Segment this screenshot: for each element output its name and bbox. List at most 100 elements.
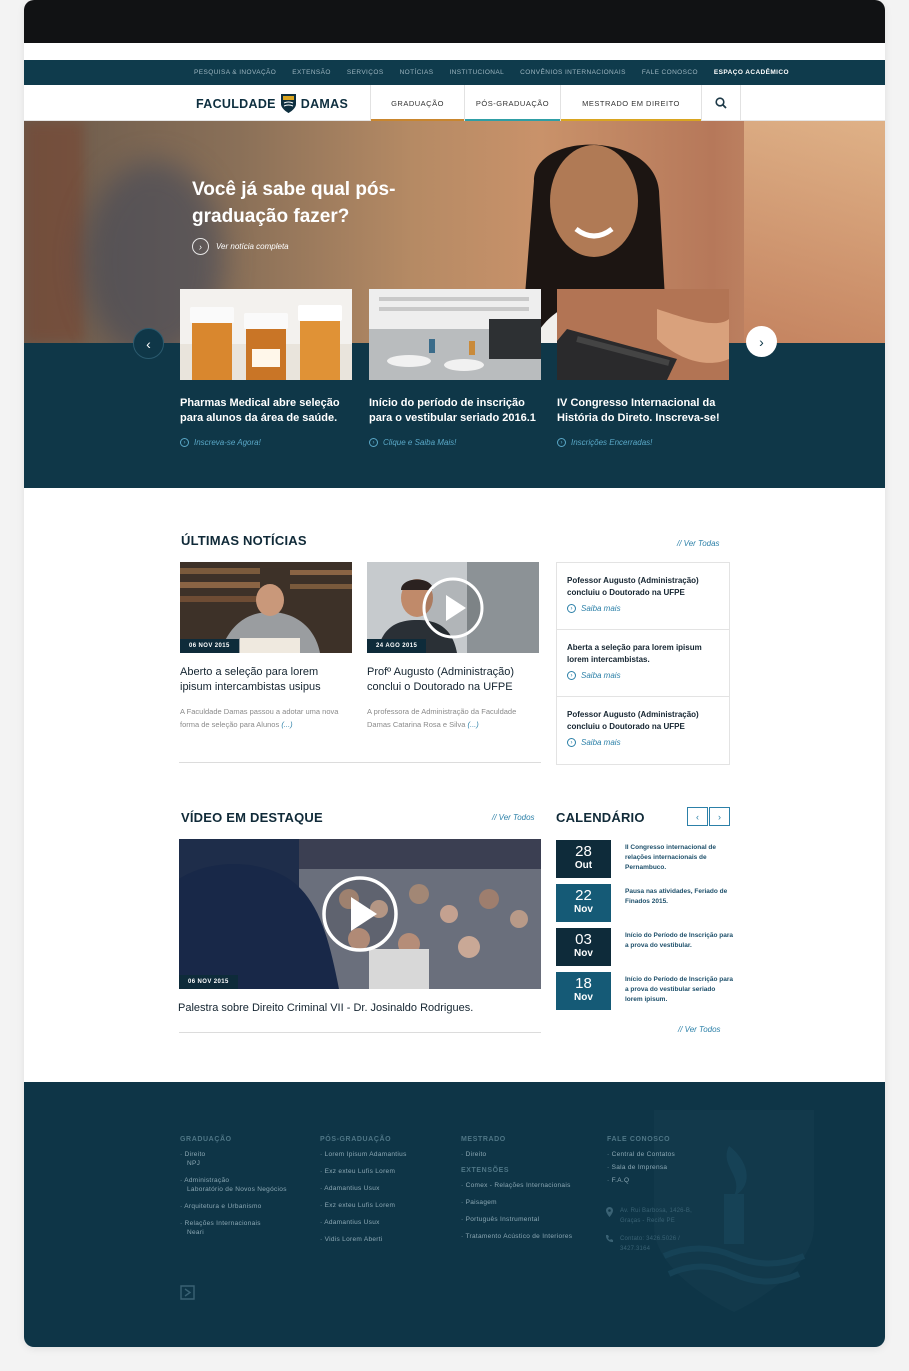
util-nav-fale-conosco[interactable]: Fale Conosco <box>642 69 698 76</box>
section-divider <box>179 1032 541 1033</box>
footer-extensoes-title: Extensões <box>461 1167 510 1174</box>
side-news-link[interactable]: › Saiba mais <box>567 738 719 747</box>
featured-title: IV Congresso Internacional da História d… <box>557 397 720 424</box>
footer-link[interactable]: · Exz exteu Lufis Lorem <box>320 1167 407 1176</box>
agency-logo-icon[interactable] <box>180 1285 195 1300</box>
util-nav-noticias[interactable]: Notícias <box>400 69 434 76</box>
footer-link[interactable]: · Relações Internacionais Neari <box>180 1219 287 1237</box>
footer-link[interactable]: · Adamantius Usux <box>320 1218 407 1227</box>
nav-mestrado-label: Mestrado em Direito <box>582 98 680 108</box>
side-news-item[interactable]: Pofessor Augusto (Administração) conclui… <box>557 563 729 630</box>
featured-image-laptop <box>557 289 729 380</box>
calendar-item[interactable]: 22 Nov Pausa nas atividades, Feriado de … <box>556 884 730 922</box>
hero-link[interactable]: › Ver notícia completa <box>192 238 289 255</box>
util-nav-extensao[interactable]: Extensão <box>292 69 331 76</box>
footer-link[interactable]: · Tratamento Acústico de Interiores <box>461 1232 601 1241</box>
calendar-next-button[interactable]: › <box>709 807 730 826</box>
featured-card[interactable]: Pharmas Medical abre seleção para alunos… <box>180 289 352 447</box>
side-news-link-label: Saiba mais <box>581 671 621 680</box>
side-news-link[interactable]: › Saiba mais <box>567 671 719 680</box>
nav-graduacao[interactable]: Graduação <box>370 85 464 121</box>
footer-link[interactable]: · Português Instrumental <box>461 1215 601 1224</box>
search-button[interactable] <box>701 85 741 121</box>
side-news-link[interactable]: › Saiba mais <box>567 604 719 613</box>
calendar-event: II Congresso internacional de relações i… <box>625 844 717 871</box>
featured-video[interactable]: 06 NOV 2015 <box>179 839 541 989</box>
search-icon <box>715 97 727 109</box>
news-card[interactable]: 06 NOV 2015 Aberto a seleção para lorem … <box>180 562 352 731</box>
featured-link[interactable]: › Inscreva-se Agora! <box>180 438 352 447</box>
news-more-link[interactable]: (...) <box>467 720 478 729</box>
carousel-next-button[interactable]: › <box>746 326 777 357</box>
footer-col-pos: Pós-Graduação · Lorem Ipisum Adamantius … <box>320 1136 407 1252</box>
calendar-prev-button[interactable]: ‹ <box>687 807 708 826</box>
calendar-day: 18 <box>575 975 592 992</box>
footer-link[interactable]: · F.A.Q <box>607 1176 717 1185</box>
calendar-date: 22 Nov <box>556 884 611 922</box>
side-news-item[interactable]: Aberta a seleção para lorem ipisum lorem… <box>557 630 729 697</box>
footer-link[interactable]: · Administração Laboratório de Novos Negó… <box>180 1176 287 1194</box>
featured-link-label: Clique e Saiba Mais! <box>383 438 457 447</box>
footer-link[interactable]: · Exz exteu Lufis Lorem <box>320 1201 407 1210</box>
footer-link[interactable]: · Direito <box>461 1150 601 1159</box>
play-icon[interactable] <box>321 875 399 953</box>
footer-link[interactable]: · Paisagem <box>461 1198 601 1207</box>
latest-news-see-all[interactable]: // Ver Todas <box>677 539 720 548</box>
calendar-date: 18 Nov <box>556 972 611 1010</box>
footer-sublink[interactable]: Neari <box>180 1228 287 1237</box>
video-caption[interactable]: Palestra sobre Direito Criminal VII - Dr… <box>178 1002 473 1014</box>
util-nav-servicos[interactable]: Serviços <box>347 69 384 76</box>
logo-text-right: DAMAS <box>300 96 349 111</box>
footer-link[interactable]: · Sala de Imprensa <box>607 1163 717 1172</box>
featured-link[interactable]: › Clique e Saiba Mais! <box>369 438 541 447</box>
calendar-item[interactable]: 18 Nov Início do Período de Inscrição pa… <box>556 972 733 1010</box>
calendar-item[interactable]: 28 Out II Congresso internacional de rel… <box>556 840 730 878</box>
hero-link-label: Ver notícia completa <box>216 242 289 251</box>
nav-pos-graduacao[interactable]: Pós-Graduação <box>464 85 560 121</box>
calendar-see-all[interactable]: // Ver Todos <box>678 1025 721 1034</box>
calendar-item[interactable]: 03 Nov Início do Período de Inscrição pa… <box>556 928 733 966</box>
news-desc: A professora de Administração da Faculda… <box>367 705 539 731</box>
news-desc-text: A professora de Administração da Faculda… <box>367 707 517 729</box>
footer-link-label: Adamantius Usux <box>324 1219 380 1226</box>
footer-link[interactable]: · Central de Contatos <box>607 1150 717 1159</box>
footer-link[interactable]: · Arquitetura e Urbanismo <box>180 1202 287 1211</box>
util-nav-institucional[interactable]: Institucional <box>449 69 504 76</box>
footer-link[interactable]: · Vidis Lorem Aberti <box>320 1235 407 1244</box>
util-nav-convenios[interactable]: Convênios Internacionais <box>520 69 626 76</box>
window-top-bar <box>24 0 885 43</box>
featured-card[interactable]: IV Congresso Internacional da História d… <box>557 289 729 447</box>
featured-image-library <box>369 289 541 380</box>
news-card[interactable]: 24 AGO 2015 Profº Augusto (Administração… <box>367 562 539 731</box>
footer-col-mestrado: Mestrado · Direito Extensões · Comex - R… <box>461 1136 601 1249</box>
footer-link-label: Arquitetura e Urbanismo <box>184 1203 262 1210</box>
footer-link-label: Paisagem <box>465 1199 497 1206</box>
carousel-prev-button[interactable]: ‹ <box>133 328 164 359</box>
footer-mestrado-title: Mestrado <box>461 1136 506 1143</box>
nav-mestrado[interactable]: Mestrado em Direito <box>560 85 701 121</box>
nav-graduacao-label: Graduação <box>391 98 444 108</box>
featured-link[interactable]: › Inscrições Encerradas! <box>557 438 729 447</box>
util-nav-pesquisa[interactable]: Pesquisa & Inovação <box>194 69 276 76</box>
video-see-all[interactable]: // Ver Todos <box>492 813 535 822</box>
footer-link[interactable]: · Comex - Relações Internacionais <box>461 1181 601 1190</box>
news-image-student: 06 NOV 2015 <box>180 562 352 653</box>
footer-link[interactable]: · Adamantius Usux <box>320 1184 407 1193</box>
side-news-item[interactable]: Pofessor Augusto (Administração) conclui… <box>557 697 729 764</box>
side-news-list: Pofessor Augusto (Administração) conclui… <box>556 562 730 765</box>
util-nav-espaco-academico[interactable]: Espaço Acadêmico <box>714 69 789 76</box>
footer-graduacao-title: Graduação <box>180 1136 232 1143</box>
calendar-title: CALENDÁRIO <box>556 810 645 825</box>
featured-card[interactable]: Início do período de inscrição para o ve… <box>369 289 541 447</box>
footer-link-label: Adamantius Usux <box>324 1185 380 1192</box>
site-logo[interactable]: FACULDADE DAMAS <box>196 93 348 114</box>
footer-link[interactable]: · Direito NPJ <box>180 1150 287 1168</box>
calendar-event: Início do Período de Inscrição para a pr… <box>625 976 733 1003</box>
footer-link[interactable]: · Lorem Ipisum Adamantius <box>320 1150 407 1159</box>
calendar-date: 03 Nov <box>556 928 611 966</box>
news-more-link[interactable]: (...) <box>281 720 292 729</box>
play-icon[interactable] <box>422 577 484 639</box>
footer-sublink[interactable]: Laboratório de Novos Negócios <box>180 1185 287 1194</box>
footer-link-label: Direito <box>184 1151 206 1158</box>
footer-sublink[interactable]: NPJ <box>180 1159 287 1168</box>
